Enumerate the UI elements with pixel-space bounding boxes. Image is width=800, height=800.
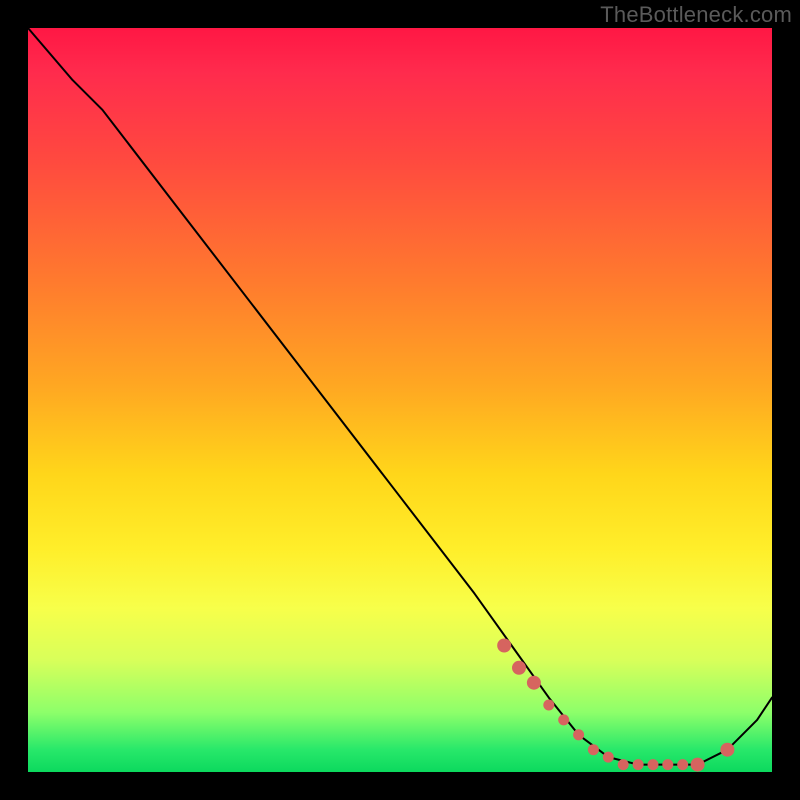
marker-dot: [720, 743, 734, 757]
marker-dot: [618, 759, 629, 770]
optimal-range-dots: [497, 639, 734, 772]
marker-dot: [573, 729, 584, 740]
marker-dot: [648, 759, 659, 770]
marker-dot: [603, 752, 614, 763]
marker-dot: [527, 676, 541, 690]
watermark-text: TheBottleneck.com: [600, 2, 792, 28]
marker-dot: [512, 661, 526, 675]
chart-svg: [28, 28, 772, 772]
plot-area: [28, 28, 772, 772]
marker-dot: [558, 714, 569, 725]
marker-dot: [543, 700, 554, 711]
bottleneck-curve: [28, 28, 772, 765]
marker-dot: [677, 759, 688, 770]
marker-dot: [633, 759, 644, 770]
marker-dot: [691, 758, 705, 772]
marker-dot: [497, 639, 511, 653]
chart-frame: TheBottleneck.com: [0, 0, 800, 800]
marker-dot: [662, 759, 673, 770]
marker-dot: [588, 744, 599, 755]
